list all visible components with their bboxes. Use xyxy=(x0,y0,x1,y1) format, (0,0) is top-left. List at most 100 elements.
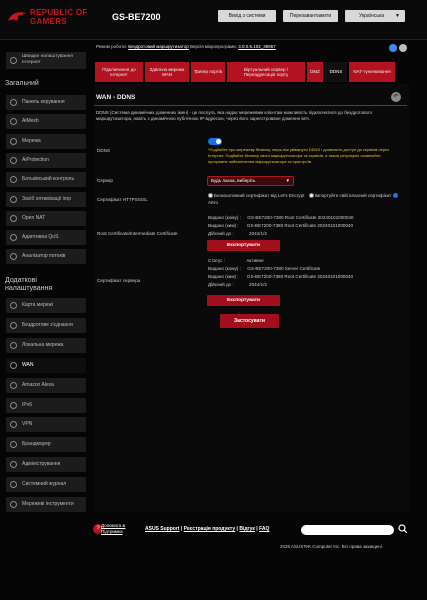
search-icon[interactable] xyxy=(398,524,408,534)
sidebar-item[interactable]: Amazon Alexa xyxy=(6,377,86,393)
srv-issued-to-row: Видано (кому) : GS-BE7200-7380 Server Ce… xyxy=(208,266,320,271)
setup-icon xyxy=(10,57,17,64)
app-icon[interactable] xyxy=(389,44,397,52)
export-server-button[interactable]: Експортувати xyxy=(207,295,280,306)
help-line2: Підтримка xyxy=(101,528,123,534)
rog-logo-icon xyxy=(8,12,26,21)
sidebar-item[interactable]: Батьківський контроль xyxy=(6,172,86,188)
root-issued-by-row: Видано (ким) : GS-BE7200-7380 Root Certi… xyxy=(208,223,353,228)
qos-icon xyxy=(10,234,17,242)
sidebar-item[interactable]: Локальна мережа xyxy=(6,337,86,353)
srv-valid-row: Дійсний до : 2044/1/2 xyxy=(208,282,267,287)
product-registration-link[interactable]: Реєстрація продукту xyxy=(184,526,236,532)
sidebar-item[interactable]: Засіб оптимізації ігор xyxy=(6,191,86,207)
map-icon xyxy=(10,302,17,309)
sidebar-item-label: Мережеві інструменти xyxy=(22,501,74,507)
root-issued-to-row: Видано (кому) : GS-BE7200-7380 Root Cert… xyxy=(208,215,354,220)
sidebar-item[interactable]: Брандмауер xyxy=(6,437,86,453)
sidebar-item-label: Брандмауер xyxy=(22,441,51,448)
help-support-link[interactable]: Допомога & Підтримка xyxy=(101,523,125,534)
logout-button[interactable]: Вихід з системи xyxy=(218,10,276,22)
ddns-label: DDNS xyxy=(97,148,111,153)
game-icon xyxy=(10,195,17,203)
general-heading: Загальний xyxy=(5,80,39,87)
ipv6-icon xyxy=(10,401,17,409)
sidebar-item[interactable]: Open NAT xyxy=(6,210,86,226)
quick-setup-button[interactable]: Швидке налаштування Інтернет xyxy=(6,52,86,69)
server-select[interactable]: Будь ласка, виберіть ▾ xyxy=(207,176,294,186)
log-icon xyxy=(10,481,17,489)
https-radio-import[interactable] xyxy=(308,193,314,199)
page-title: WAN - DDNS xyxy=(96,94,136,101)
chevron-down-icon: ▾ xyxy=(286,178,289,184)
sidebar-item[interactable]: Системний журнал xyxy=(6,477,86,493)
tab-dual-wan[interactable]: Здвоєна мережа WAN xyxy=(145,62,189,82)
srv-issued-to: GS-BE7200-7380 Server Certificate xyxy=(247,266,321,271)
footer-links: ASUS Support | Реєстрація продукту | Від… xyxy=(145,526,270,532)
mode-link[interactable]: Бездротовий маршрутизатор xyxy=(128,44,189,49)
sidebar-item[interactable]: Бездротове з'єднання xyxy=(6,317,86,333)
footer-search-input[interactable] xyxy=(301,525,394,535)
title-divider xyxy=(94,105,407,106)
status-label: Статус : xyxy=(208,258,226,263)
sidebar-item[interactable]: Адаптивна QoS xyxy=(6,230,86,246)
language-value: Українська xyxy=(359,13,385,19)
srv-issued-by-label: Видано (ким) : xyxy=(208,274,239,279)
root-issued-by-label: Видано (ким) : xyxy=(208,223,239,228)
sidebar-item-label: Адаптивна QoS xyxy=(22,234,59,241)
reboot-button[interactable]: Перезавантажити xyxy=(283,10,338,22)
tab-nat-passthrough[interactable]: NAT-тунелювання xyxy=(349,62,395,82)
sidebar-item[interactable]: Карта мережі xyxy=(6,298,86,313)
ddns-toggle[interactable] xyxy=(208,138,222,145)
model-name: GS-BE7200 xyxy=(112,12,161,22)
sidebar-item[interactable]: Мережеві інструменти xyxy=(6,497,86,512)
ddns-warning: *Подбайте про мережеву безпеку, перш ніж… xyxy=(208,147,390,164)
https-opt1: Безкоштовний сертифікат від Let's Encryp… xyxy=(214,193,305,198)
language-select[interactable]: Українська ▼ xyxy=(345,10,405,22)
feedback-link[interactable]: Відгук xyxy=(239,526,255,532)
srv-issued-by: GS-BE7200-7380 Root Certificate 20240101… xyxy=(246,274,354,279)
apply-button[interactable]: Застосувати xyxy=(220,314,279,328)
top-header: REPUBLIC OF GAMERS GS-BE7200 Вихід з сис… xyxy=(0,0,427,40)
status-value: Активне xyxy=(246,258,264,263)
lan-icon xyxy=(10,341,17,349)
sidebar-item[interactable]: IPv6 xyxy=(6,397,86,413)
sidebar-item-label: IPv6 xyxy=(22,401,33,408)
sidebar-item-label: Панель керування xyxy=(22,99,65,105)
shield-icon xyxy=(10,156,17,164)
sidebar-item[interactable]: Панель керування xyxy=(6,95,86,110)
https-radio-letsencrypt[interactable] xyxy=(208,193,213,199)
tab-dmz[interactable]: DMZ xyxy=(307,62,323,82)
server-label: Сервер xyxy=(97,178,113,183)
sidebar-item-label: Системний журнал xyxy=(22,481,67,488)
ddns-panel: WAN - DDNS ↶ DDNS (Система динамічних до… xyxy=(94,84,409,512)
sidebar-item[interactable]: AiProtection xyxy=(6,152,86,168)
sidebar-item-label: Засіб оптимізації ігор xyxy=(22,195,71,202)
https-radio-auto[interactable] xyxy=(392,193,398,199)
tools-icon xyxy=(10,501,17,508)
traffic-icon xyxy=(10,253,17,261)
sidebar-item[interactable]: Аналізатор потоків xyxy=(6,249,86,265)
wireless-icon xyxy=(10,321,17,329)
status-row: Статус : Активне xyxy=(208,258,264,263)
sidebar-item[interactable]: Мережа xyxy=(6,133,86,149)
sidebar-item[interactable]: AiMesh xyxy=(6,114,86,130)
faq-link[interactable]: FAQ xyxy=(259,526,269,532)
sidebar-item[interactable]: VPN xyxy=(6,417,86,433)
export-root-button[interactable]: Експортувати xyxy=(207,240,280,251)
tab-port-trigger[interactable]: Тригер портів xyxy=(191,62,225,82)
back-icon[interactable]: ↶ xyxy=(391,92,401,102)
sidebar-item[interactable]: Адміністрування xyxy=(6,457,86,473)
gear-icon[interactable] xyxy=(399,44,407,52)
firmware-link[interactable]: 3.0.0.6.102_38957 xyxy=(238,44,276,49)
sidebar-item[interactable]: WAN xyxy=(6,357,86,373)
operation-mode-line: Режим роботи: Бездротовий маршрутизатор … xyxy=(96,44,276,49)
sidebar-item-label: Amazon Alexa xyxy=(22,381,54,388)
tab-virtual-server[interactable]: Віртуальний сервер / Переадресація порту xyxy=(227,62,305,82)
root-cert-label: Root Certificate/Intermediate Certificat… xyxy=(97,231,178,236)
asus-support-link[interactable]: ASUS Support xyxy=(145,526,179,532)
dashboard-icon xyxy=(10,99,17,106)
tab-ddns[interactable]: DDNS xyxy=(325,62,347,82)
tab-internet[interactable]: Підключення до Інтернет xyxy=(95,62,143,82)
server-cert-label: Сертифікат сервера xyxy=(97,278,141,283)
